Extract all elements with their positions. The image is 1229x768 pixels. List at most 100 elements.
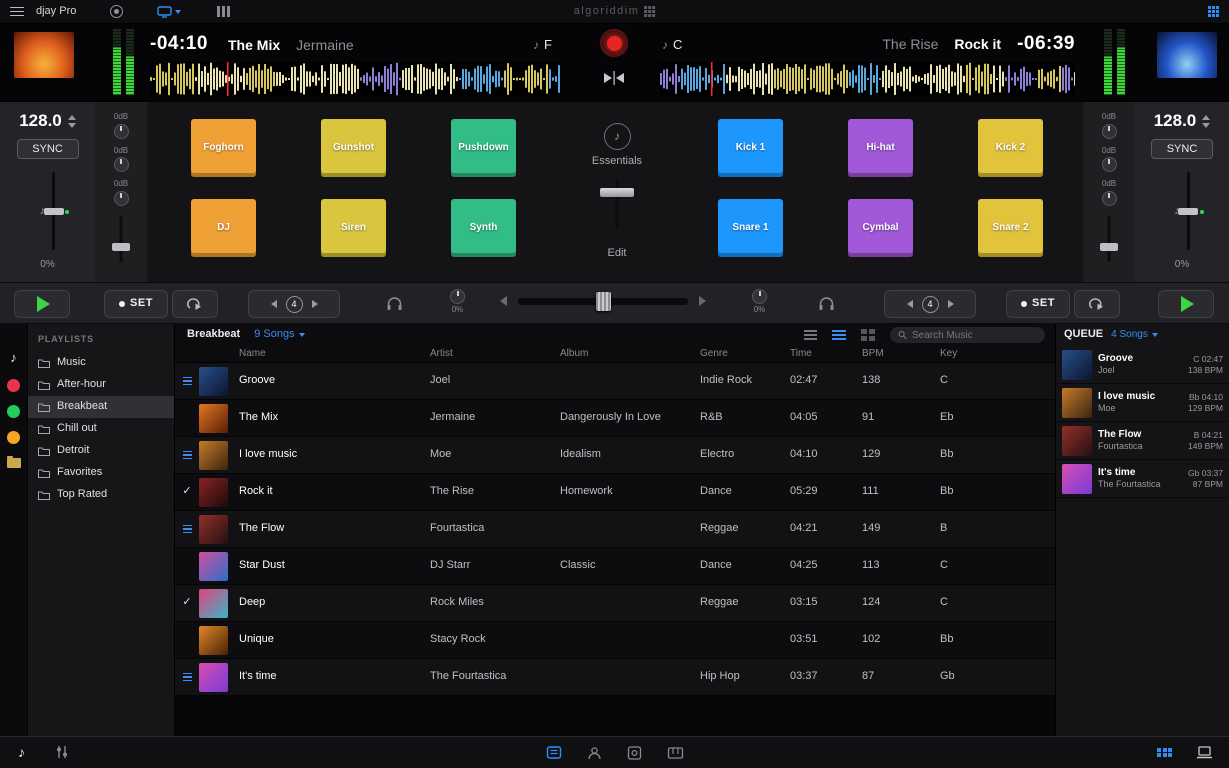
sample-volume-slider[interactable] [600, 179, 634, 230]
sidebar-item-detroit[interactable]: Detroit [28, 440, 174, 462]
deck-b-eq-knob-2[interactable] [1101, 157, 1117, 173]
detail-list-view-icon[interactable] [832, 330, 846, 340]
sample-pad-kick-2[interactable]: Kick 2 [978, 119, 1043, 177]
deck-b-headphone-icon[interactable] [818, 296, 835, 311]
deck-b-pitch-slider[interactable] [1178, 172, 1204, 251]
song-row-the-mix[interactable]: The Mix Jermaine Dangerously In Love R&B 04:… [175, 400, 1055, 437]
deck-b-cue-volume-knob[interactable]: 0% [752, 289, 767, 315]
sidebar-item-chill-out[interactable]: Chill out [28, 418, 174, 440]
column-header-time[interactable]: Time [790, 348, 862, 360]
deck-a-eq-knob-3[interactable] [113, 190, 129, 206]
deck-b-sync-button[interactable]: SYNC [1151, 139, 1213, 160]
crossfade-left-icon[interactable] [500, 296, 507, 306]
column-header-artist[interactable]: Artist [430, 348, 560, 360]
spotify-icon[interactable] [7, 404, 20, 418]
column-header-name[interactable]: Name [239, 348, 430, 360]
deck-b-loop-beats[interactable]: 4 [921, 295, 939, 313]
sample-pad-gunshot[interactable]: Gunshot [321, 119, 386, 177]
keyboard-icon[interactable] [667, 746, 683, 759]
sample-pad-foghorn[interactable]: Foghorn [191, 119, 256, 177]
deck-a-play-button[interactable] [14, 290, 70, 318]
sample-pad-snare-2[interactable]: Snare 2 [978, 199, 1043, 257]
sample-pad-dj[interactable]: DJ [191, 199, 256, 257]
history-icon[interactable] [7, 430, 20, 444]
queue-item-i-love-music[interactable]: I love music Moe Bb 04:10 129 BPM [1056, 384, 1229, 422]
autogain-icon[interactable] [110, 5, 124, 18]
deck-b-waveform[interactable] [660, 62, 1075, 96]
song-row-unique[interactable]: Unique Stacy Rock 03:51 102 Bb [175, 622, 1055, 659]
deck-b-set-cue-button[interactable]: SET [1006, 290, 1070, 318]
sample-pad-pushdown[interactable]: Pushdown [451, 119, 516, 177]
song-row-it-s-time[interactable]: It's time The Fourtastica Hip Hop 03:37 87 Gb [175, 659, 1055, 696]
mode-switcher-icon[interactable] [1208, 6, 1219, 17]
sample-pad-synth[interactable]: Synth [451, 199, 516, 257]
queue-item-groove[interactable]: Groove Joel C 02:47 138 BPM [1056, 346, 1229, 384]
crossfade-right-icon[interactable] [699, 296, 706, 306]
crossfader-handle[interactable] [596, 291, 611, 311]
sidebar-item-breakbeat[interactable]: Breakbeat [28, 395, 174, 418]
deck-b-loop-button[interactable] [1074, 290, 1120, 318]
deck-layout-icon[interactable] [217, 6, 231, 17]
column-header-genre[interactable]: Genre [700, 348, 790, 360]
deck-a-pitch-handle[interactable] [43, 208, 64, 216]
deck-a-eq-knob-1[interactable] [113, 123, 129, 139]
display-icon[interactable] [546, 746, 561, 759]
queue-item-it-s-time[interactable]: It's time The Fourtastica Gb 03:37 87 BPM [1056, 460, 1229, 498]
deck-a-volume-fader[interactable] [110, 215, 132, 262]
loop-decrease-icon[interactable] [270, 300, 277, 308]
deck-b-volume-fader[interactable] [1098, 215, 1120, 262]
song-row-rock-it[interactable]: ✓ Rock it The Rise Homework Dance 05:29 111 Bb [175, 474, 1055, 511]
sample-pad-hi-hat[interactable]: Hi-hat [848, 119, 913, 177]
music-note-icon[interactable]: ♪ [18, 744, 25, 761]
deck-a-eq-knob-2[interactable] [113, 157, 129, 173]
deck-b-eq-knob-3[interactable] [1101, 190, 1117, 206]
sample-volume-handle[interactable] [600, 188, 634, 198]
artists-icon[interactable] [587, 746, 601, 760]
deck-a-loop-beats[interactable]: 4 [285, 295, 303, 313]
deck-a-waveform[interactable] [150, 62, 560, 96]
sample-pad-siren[interactable]: Siren [321, 199, 386, 257]
deck-a-set-cue-button[interactable]: SET [104, 290, 168, 318]
loop-increase-icon[interactable] [311, 300, 318, 308]
sidebar-item-music[interactable]: Music [28, 352, 174, 374]
sample-pad-snare-1[interactable]: Snare 1 [718, 199, 783, 257]
albums-icon[interactable] [627, 745, 641, 760]
deck-a-bpm-stepper[interactable] [67, 114, 76, 128]
sample-pack-icon[interactable]: ♪ [603, 123, 631, 150]
deck-b-play-button[interactable] [1158, 290, 1214, 318]
song-row-i-love-music[interactable]: I love music Moe Idealism Electro 04:10 129 Bb [175, 437, 1055, 474]
queue-count-dropdown[interactable]: 4 Songs [1111, 329, 1158, 341]
laptop-icon[interactable] [1196, 746, 1213, 759]
queue-item-the-flow[interactable]: The Flow Fourtastica B 04:21 149 BPM [1056, 422, 1229, 460]
menu-icon[interactable] [10, 6, 24, 17]
column-header-key[interactable]: Key [940, 348, 1055, 360]
sidebar-item-favorites[interactable]: Favorites [28, 462, 174, 484]
mixer-icon[interactable] [55, 745, 69, 759]
song-row-groove[interactable]: Groove Joel Indie Rock 02:47 138 C [175, 363, 1055, 400]
song-row-the-flow[interactable]: The Flow Fourtastica Reggae 04:21 149 B [175, 511, 1055, 548]
song-row-star-dust[interactable]: Star Dust DJ Starr Classic Dance 04:25 113 C [175, 548, 1055, 585]
deck-b-pitch-handle[interactable] [1178, 208, 1199, 216]
files-icon[interactable] [6, 455, 21, 468]
deck-a-sync-button[interactable]: SYNC [16, 139, 79, 160]
sample-pad-cymbal[interactable]: Cymbal [848, 199, 913, 257]
column-header-album[interactable]: Album [560, 348, 700, 360]
deck-a-pitch-slider[interactable] [43, 172, 70, 251]
column-header-bpm[interactable]: BPM [862, 348, 940, 360]
library-grid-icon[interactable] [1157, 747, 1172, 758]
sidebar-item-after-hour[interactable]: After-hour [28, 374, 174, 396]
deck-a-headphone-icon[interactable] [386, 296, 403, 311]
song-row-deep[interactable]: ✓ Deep Rock Miles Reggae 03:15 124 C [175, 585, 1055, 622]
itunes-icon[interactable] [7, 378, 20, 392]
deck-a-loop-button[interactable] [172, 290, 218, 318]
library-music-icon[interactable]: ♪ [10, 350, 17, 366]
loop-increase-icon[interactable] [947, 300, 954, 308]
deck-b-bpm-stepper[interactable] [1202, 114, 1211, 128]
crossfader-track[interactable] [518, 291, 688, 311]
edit-button[interactable]: Edit [608, 247, 627, 260]
search-field[interactable] [890, 327, 1045, 343]
loop-decrease-icon[interactable] [906, 300, 913, 308]
deck-a-cue-volume-knob[interactable]: 0% [450, 289, 465, 315]
deck-a-volume-fader-handle[interactable] [112, 242, 130, 251]
deck-b-volume-fader-handle[interactable] [1100, 242, 1118, 251]
